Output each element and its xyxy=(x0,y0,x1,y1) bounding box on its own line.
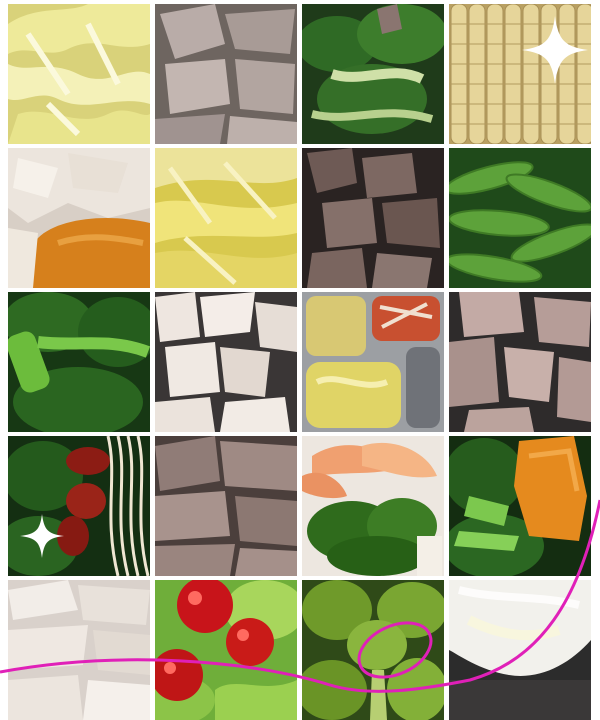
napa-cabbage-2-image xyxy=(155,148,297,288)
photo-tile-bok-choy[interactable] xyxy=(302,4,444,144)
photo-tile-snow-peas[interactable] xyxy=(449,148,591,288)
photo-tile-chicken-chunks[interactable] xyxy=(155,292,297,432)
tofu-slice-image xyxy=(449,580,591,720)
photo-tile-sliced-pork[interactable] xyxy=(155,4,297,144)
greens-pumpkin-image xyxy=(449,436,591,576)
divided-tray-image xyxy=(302,292,444,432)
photo-tile-corn[interactable] xyxy=(449,4,591,144)
photo-tile-sliced-beef[interactable] xyxy=(155,436,297,576)
photo-tile-shrimp-broccoli[interactable] xyxy=(302,436,444,576)
photo-tile-greens-pumpkin[interactable] xyxy=(449,436,591,576)
photo-grid xyxy=(8,4,592,720)
sliced-beef-image xyxy=(155,436,297,576)
pork-chunks-image xyxy=(449,292,591,432)
snow-peas-image xyxy=(449,148,591,288)
photo-tile-pork-chunks[interactable] xyxy=(449,292,591,432)
tomatoes-lettuce-image xyxy=(155,580,297,720)
photo-tile-greens-dates-noodles[interactable] xyxy=(8,436,150,576)
photo-tile-tofu-slice[interactable] xyxy=(449,580,591,720)
chicken-pumpkin-image xyxy=(8,148,150,288)
photo-tile-shredded-chicken[interactable] xyxy=(8,580,150,720)
bok-choy-image xyxy=(302,4,444,144)
corn-image xyxy=(449,4,591,144)
broccoli-image xyxy=(302,580,444,720)
photo-tile-chicken-pumpkin[interactable] xyxy=(8,148,150,288)
napa-cabbage-image xyxy=(8,4,150,144)
photo-tile-divided-tray[interactable] xyxy=(302,292,444,432)
beef-chunks-image xyxy=(302,148,444,288)
photo-tile-beef-chunks[interactable] xyxy=(302,148,444,288)
photo-tile-broccoli[interactable] xyxy=(302,580,444,720)
greens-dates-noodles-image xyxy=(8,436,150,576)
sliced-pork-image xyxy=(155,4,297,144)
greens-stalks-image xyxy=(8,292,150,432)
photo-tile-napa-cabbage[interactable] xyxy=(8,4,150,144)
shredded-chicken-image xyxy=(8,580,150,720)
photo-tile-tomatoes-lettuce[interactable] xyxy=(155,580,297,720)
shrimp-broccoli-image xyxy=(302,436,444,576)
photo-tile-napa-cabbage-2[interactable] xyxy=(155,148,297,288)
photo-tile-greens-stalks[interactable] xyxy=(8,292,150,432)
chicken-chunks-image xyxy=(155,292,297,432)
